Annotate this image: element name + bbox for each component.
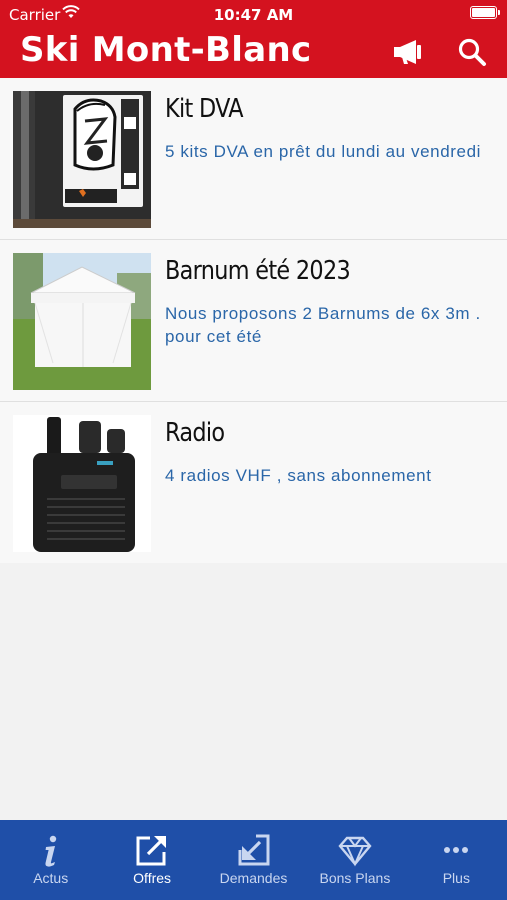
diamond-icon [338, 836, 372, 867]
item-image-barnum [13, 253, 151, 390]
item-image-dva [13, 91, 151, 228]
tab-label: Actus [33, 870, 69, 886]
megaphone-button[interactable] [392, 36, 426, 68]
share-in-icon [238, 834, 270, 866]
more-icon [444, 847, 469, 853]
tab-actus[interactable]: Actus [0, 820, 101, 900]
item-image-radio [13, 415, 151, 552]
search-button[interactable] [456, 36, 490, 68]
list-item[interactable]: Radio 4 radios VHF , sans abonnement [0, 402, 507, 563]
battery-icon [470, 6, 500, 19]
item-title: Barnum été 2023 [165, 256, 351, 286]
item-description: 4 radios VHF , sans abonnement [165, 466, 432, 485]
tab-bons-plans[interactable]: Bons Plans [304, 820, 405, 900]
item-title: Radio [165, 418, 225, 448]
tab-demandes[interactable]: Demandes [203, 820, 304, 900]
tab-label: Offres [133, 870, 172, 886]
list-item[interactable]: Barnum été 2023 Nous proposons 2 Barnums… [0, 240, 507, 402]
tab-offres[interactable]: Offres [101, 820, 202, 900]
offers-list: Kit DVA 5 kits DVA en prêt du lundi au v… [0, 78, 507, 563]
tab-bar: Actus Offres Demandes Bons Plans Plus [0, 820, 507, 900]
app-header: Carrier 10:47 AM Ski Mont-Blanc [0, 0, 507, 78]
list-item[interactable]: Kit DVA 5 kits DVA en prêt du lundi au v… [0, 78, 507, 240]
item-description: 5 kits DVA en prêt du lundi au vendredi [165, 142, 482, 161]
info-icon [45, 835, 56, 867]
search-icon [458, 38, 486, 66]
megaphone-icon [394, 40, 421, 64]
tab-label: Demandes [219, 870, 288, 886]
item-title: Kit DVA [165, 94, 244, 124]
status-bar: Carrier 10:47 AM [0, 0, 507, 28]
tab-plus[interactable]: Plus [406, 820, 507, 900]
tab-label: Plus [442, 870, 470, 886]
page-title: Ski Mont-Blanc [20, 30, 312, 70]
share-out-icon [136, 836, 167, 866]
clock: 10:47 AM [213, 6, 294, 24]
item-description: Nous proposons 2 Barnums de 6x 3m . pour… [165, 304, 481, 346]
tab-label: Bons Plans [319, 870, 391, 886]
